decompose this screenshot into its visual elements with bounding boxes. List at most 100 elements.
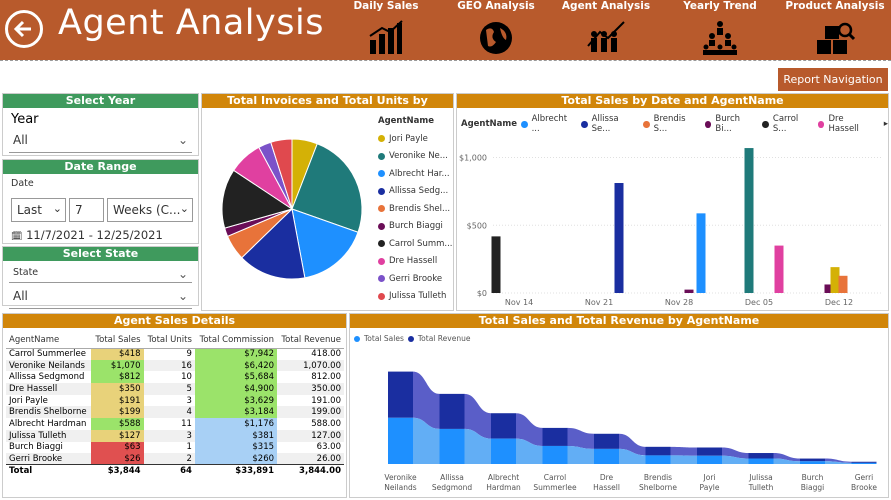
- nav-yearly-trend[interactable]: Yearly Trend: [670, 0, 770, 56]
- pie-legend-item[interactable]: Carrol Summ...: [378, 235, 453, 253]
- pie-legend-item[interactable]: Veronike Ne...: [378, 148, 453, 166]
- bar-legend-item[interactable]: Dre Hassell: [817, 114, 874, 134]
- legend-label: Brendis Shel...: [389, 203, 451, 214]
- table-cell: 2: [186, 453, 192, 464]
- bar-legend-item[interactable]: Burch Bi...: [704, 114, 756, 134]
- state-dropdown[interactable]: All ⌄: [9, 287, 192, 309]
- chevron-down-icon: ⌄: [179, 202, 189, 215]
- x-axis-label: Tulleth: [748, 483, 774, 492]
- x-axis-label: Julissa: [748, 473, 773, 482]
- bar-legend: AgentName Albrecht ... Allissa Se... Brend…: [461, 114, 888, 134]
- x-axis-label: Jori: [703, 473, 716, 482]
- table-cell: Carrol Summerlee: [9, 349, 86, 360]
- legend-next-icon[interactable]: ▸: [884, 119, 888, 129]
- nav-geo-analysis[interactable]: GEO Analysis: [446, 0, 546, 56]
- sales-segment: [800, 461, 825, 464]
- state-slicer: Select State State ⌄ All ⌄: [2, 246, 199, 309]
- bar-legend-item[interactable]: Albrecht ...: [521, 114, 575, 134]
- legend-dot: [378, 222, 385, 230]
- back-button[interactable]: [5, 10, 43, 48]
- table-cell: $127: [91, 429, 144, 442]
- nav-daily-sales[interactable]: Daily Sales: [336, 0, 436, 56]
- table-row[interactable]: Jori Payle $191 3 $3,629 191.00: [6, 394, 344, 407]
- column-header[interactable]: AgentName: [6, 332, 91, 348]
- table-cell: 11: [181, 418, 192, 429]
- nav-agent-analysis[interactable]: Agent Analysis: [556, 0, 656, 56]
- pie-panel: Total Invoices and Total Units by AgentN…: [201, 93, 454, 311]
- x-tick-label: Nov 14: [505, 298, 533, 307]
- table-cell: 1,070.00: [303, 360, 341, 371]
- arrow-left-icon: [13, 20, 31, 38]
- ribbon-chart[interactable]: VeronikeNeilandsAllissaSedgmondAlbrechtH…: [350, 344, 888, 498]
- table-cell: $3,844: [107, 465, 141, 476]
- top-bar: Agent Analysis Daily Sales GEO Analysis …: [0, 0, 891, 60]
- ribbon-legend-item[interactable]: Total Revenue: [407, 334, 470, 343]
- pie-legend-item[interactable]: Allissa Sedg...: [378, 183, 453, 201]
- date-unit-dropdown[interactable]: Weeks (C... ⌄: [107, 198, 193, 222]
- state-label: State: [13, 267, 39, 278]
- pie-legend-item[interactable]: Jori Payle: [378, 130, 453, 148]
- table-row[interactable]: Julissa Tulleth $127 3 $381 127.00: [6, 429, 344, 442]
- table-cell: Total: [9, 465, 33, 476]
- pie-legend-item[interactable]: Albrecht Har...: [378, 165, 453, 183]
- table-row[interactable]: Burch Biaggi $63 1 $315 63.00: [6, 441, 344, 454]
- state-slicer-header: Select State: [3, 247, 198, 261]
- table-cell: $6,420: [194, 359, 278, 372]
- table-row[interactable]: Carrol Summerlee $418 9 $7,942 418.00: [6, 348, 344, 360]
- report-navigation-button[interactable]: Report Navigation: [778, 68, 888, 91]
- x-axis-label: Summerlee: [533, 483, 577, 492]
- table-row[interactable]: Gerri Brooke $26 2 $260 26.00: [6, 453, 344, 465]
- legend-dot: [378, 292, 385, 300]
- date-mode-dropdown[interactable]: Last ⌄: [11, 198, 66, 222]
- table-cell: 350.00: [311, 383, 341, 394]
- nav-product-analysis[interactable]: Product Analysis: [785, 0, 885, 56]
- table-cell: $33,891: [235, 465, 275, 476]
- pie-legend-item[interactable]: Burch Biaggi: [378, 218, 453, 236]
- pie-legend-item[interactable]: Brendis Shel...: [378, 200, 453, 218]
- ribbon-legend-item[interactable]: Total Sales: [354, 334, 404, 343]
- bar-legend-item[interactable]: Brendis S...: [643, 114, 699, 134]
- bar: [744, 148, 754, 293]
- table-cell: $26: [91, 453, 144, 465]
- column-header[interactable]: Total Sales: [91, 332, 143, 348]
- revenue-segment: [800, 458, 825, 462]
- bar-legend-item[interactable]: Allissa Se...: [581, 114, 637, 134]
- legend-label: Brendis S...: [653, 114, 686, 134]
- bar-chart[interactable]: $1,000 $500 $0 Nov 14 Nov 21 Nov 28 Dec 05 Dec …: [457, 134, 888, 310]
- table-row[interactable]: Albrecht Hardman $588 11 $1,176 588.00: [6, 418, 344, 430]
- pie-legend-item[interactable]: Julissa Tulleth: [378, 288, 453, 306]
- revenue-segment: [748, 453, 774, 459]
- pie-title: Total Invoices and Total Units by AgentN…: [202, 94, 453, 121]
- table-row[interactable]: Dre Hassell $350 5 $4,900 350.00: [6, 383, 344, 395]
- legend-dot: [643, 120, 650, 128]
- x-axis-label: Veronike: [384, 473, 417, 482]
- column-header[interactable]: Total Commission: [195, 332, 277, 348]
- table-row[interactable]: Brendis Shelborne $199 4 $3,184 199.00: [6, 406, 344, 419]
- page-title: Agent Analysis: [58, 3, 324, 43]
- legend-dot: [378, 205, 385, 213]
- calendar-icon: 🗓: [11, 232, 23, 242]
- year-dropdown[interactable]: All ⌄: [9, 131, 192, 153]
- divider: [0, 60, 891, 62]
- legend-dot: [378, 240, 385, 248]
- sales-segment: [388, 417, 413, 464]
- table-row[interactable]: Allissa Sedgmond $812 10 $5,684 812.00: [6, 371, 344, 384]
- state-label-dropdown[interactable]: State ⌄: [9, 265, 192, 283]
- pie-legend-item[interactable]: Dre Hassell: [378, 253, 453, 271]
- pie-legend-item[interactable]: Gerri Brooke: [378, 270, 453, 288]
- table-cell: $3,184: [194, 406, 278, 419]
- nav-label: Daily Sales: [353, 0, 419, 12]
- table-row[interactable]: Veronike Neilands $1,070 16 $6,420 1,070.00: [6, 359, 344, 372]
- x-axis-label: Shelborne: [639, 483, 677, 492]
- column-header[interactable]: Total Revenue: [277, 332, 344, 348]
- pie-legend-title: AgentName: [378, 116, 435, 126]
- pie-chart[interactable]: [212, 134, 372, 284]
- pie-legend: AgentName Jori Payle Veronike Ne... Albrec…: [378, 116, 453, 305]
- bar-legend-item[interactable]: Carrol S...: [762, 114, 812, 134]
- column-header[interactable]: Total Units: [144, 332, 195, 348]
- bar: [614, 183, 624, 293]
- bar: [830, 267, 840, 293]
- date-count-input[interactable]: 7: [69, 198, 104, 222]
- table-cell: $588: [91, 418, 144, 430]
- table-total-row: Total $3,844 64 $33,891 3,844.00: [6, 464, 344, 477]
